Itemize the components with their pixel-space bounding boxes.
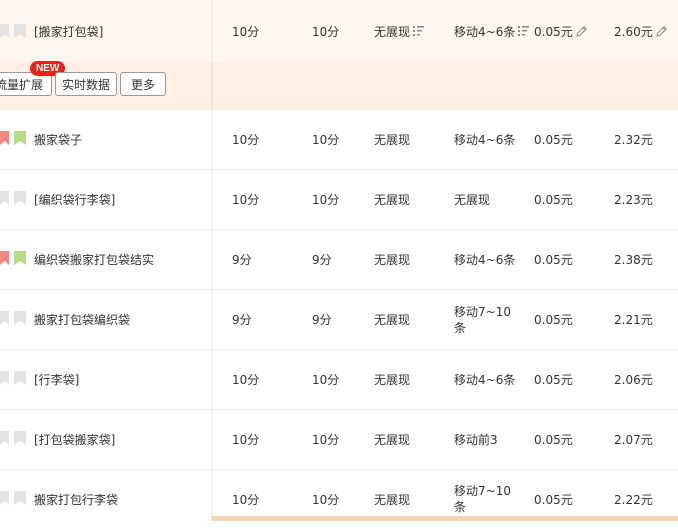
pc-rank: 无展现 <box>374 313 411 327</box>
quality-score: 9分 <box>232 313 252 327</box>
filter-list-icon[interactable] <box>518 25 530 37</box>
table-row[interactable]: [编织袋行李袋] 10分 10分 无展现 无展现 0.05元 2.23元 <box>0 170 678 230</box>
quality-score: 10分 <box>232 193 260 207</box>
flag-green-icon[interactable] <box>14 131 26 145</box>
flag-gray-icon[interactable] <box>14 24 26 38</box>
flag-red-icon[interactable] <box>0 251 10 265</box>
price-value: 2.07元 <box>614 433 653 447</box>
flag-gray-icon[interactable] <box>14 191 26 205</box>
keyword-label[interactable]: 编织袋搬家打包袋结实 <box>34 230 154 289</box>
bid-value: 0.05元 <box>534 24 573 39</box>
flag-gray-icon[interactable] <box>0 311 10 325</box>
quality-score-mobile: 9分 <box>312 253 332 267</box>
table-row[interactable]: 编织袋搬家打包袋结实 9分 9分 无展现 移动4~6条 0.05元 2.38元 <box>0 230 678 290</box>
flag-gray-icon[interactable] <box>0 191 10 205</box>
pc-rank: 无展现 <box>374 253 411 267</box>
mobile-rank: 移动前3 <box>454 433 498 447</box>
row-action-toolbar: 流量扩展 NEW 实时数据 更多 <box>0 61 678 110</box>
flag-gray-icon[interactable] <box>0 24 10 38</box>
quality-score: 9分 <box>232 253 252 267</box>
flag-red-icon[interactable] <box>0 131 10 145</box>
keyword-label[interactable]: [搬家打包袋] <box>34 0 103 62</box>
price-value: 2.21元 <box>614 313 653 327</box>
keyword-label[interactable]: 搬家打包行李袋 <box>34 470 118 528</box>
flag-gray-icon[interactable] <box>14 431 26 445</box>
price-value: 2.32元 <box>614 133 653 147</box>
flag-gray-icon[interactable] <box>0 431 10 445</box>
mobile-rank: 无展现 <box>454 193 491 207</box>
keyword-label[interactable]: [编织袋行李袋] <box>34 170 115 229</box>
bid-value[interactable]: 0.05元 <box>534 110 573 169</box>
bid-value[interactable]: 0.05元 <box>534 230 573 289</box>
flag-green-icon[interactable] <box>14 251 26 265</box>
mobile-rank: 移动7~10条 <box>454 304 511 335</box>
pc-rank: 无展现 <box>374 433 411 447</box>
table-row[interactable]: [行李袋] 10分 10分 无展现 移动4~6条 0.05元 2.06元 <box>0 350 678 410</box>
mobile-rank: 移动4~6条 <box>454 373 516 387</box>
mobile-rank: 移动4~6条 <box>454 253 516 267</box>
keyword-label[interactable]: 搬家打包袋编织袋 <box>34 290 130 349</box>
table-row[interactable]: [打包袋搬家袋] 10分 10分 无展现 移动前3 0.05元 2.07元 <box>0 410 678 470</box>
price-value: 2.23元 <box>614 193 653 207</box>
pc-rank: 无展现 <box>374 193 411 207</box>
quality-score-mobile: 10分 <box>312 193 340 207</box>
realtime-data-button[interactable]: 实时数据 <box>55 72 118 96</box>
table-row[interactable]: 搬家打包袋编织袋 9分 9分 无展现 移动7~10条 0.05元 2.21元 <box>0 290 678 350</box>
price-value: 2.06元 <box>614 373 653 387</box>
quality-score-mobile: 10分 <box>312 133 340 147</box>
flag-gray-icon[interactable] <box>14 491 26 505</box>
table-row-top[interactable]: [搬家打包袋] 10分 10分 无展现 移动4~6条 0.05元 2.60元 <box>0 0 678 63</box>
flag-gray-icon[interactable] <box>0 491 10 505</box>
quality-score-mobile: 10分 <box>312 24 340 39</box>
flag-gray-icon[interactable] <box>14 371 26 385</box>
flag-gray-icon[interactable] <box>0 371 10 385</box>
pc-rank: 无展现 <box>374 133 411 147</box>
quality-score: 10分 <box>232 373 260 387</box>
quality-score: 10分 <box>232 433 260 447</box>
pc-rank: 无展现 <box>374 373 411 387</box>
quality-score-mobile: 9分 <box>312 313 332 327</box>
traffic-expand-label: 流量扩展 <box>0 78 44 92</box>
flag-gray-icon[interactable] <box>14 311 26 325</box>
bid-value[interactable]: 0.05元 <box>534 350 573 409</box>
filter-list-icon[interactable] <box>413 25 425 37</box>
horizontal-scrollbar[interactable] <box>212 516 678 521</box>
quality-score: 10分 <box>232 133 260 147</box>
price-value: 2.60元 <box>614 24 653 39</box>
quality-score: 10分 <box>232 24 260 39</box>
pencil-icon[interactable] <box>655 25 668 38</box>
mobile-rank: 移动4~6条 <box>454 24 516 39</box>
more-button[interactable]: 更多 <box>120 72 167 96</box>
bid-value[interactable]: 0.05元 <box>534 170 573 229</box>
table-row[interactable]: 搬家打包行李袋 10分 10分 无展现 移动7~10条 0.05元 2.22元 <box>0 470 678 521</box>
bid-value[interactable]: 0.05元 <box>534 410 573 469</box>
keyword-label[interactable]: [行李袋] <box>34 350 79 409</box>
pc-rank: 无展现 <box>374 24 411 39</box>
keyword-label[interactable]: 搬家袋子 <box>34 110 82 169</box>
quality-score-mobile: 10分 <box>312 433 340 447</box>
fixed-column-shadow <box>211 0 214 521</box>
keyword-label[interactable]: [打包袋搬家袋] <box>34 410 115 469</box>
price-value: 2.38元 <box>614 253 653 267</box>
pencil-icon[interactable] <box>575 25 588 38</box>
mobile-rank: 移动4~6条 <box>454 133 516 147</box>
quality-score-mobile: 10分 <box>312 373 340 387</box>
table-row[interactable]: 搬家袋子 10分 10分 无展现 移动4~6条 0.05元 2.32元 <box>0 110 678 170</box>
bid-value[interactable]: 0.05元 <box>534 290 573 349</box>
